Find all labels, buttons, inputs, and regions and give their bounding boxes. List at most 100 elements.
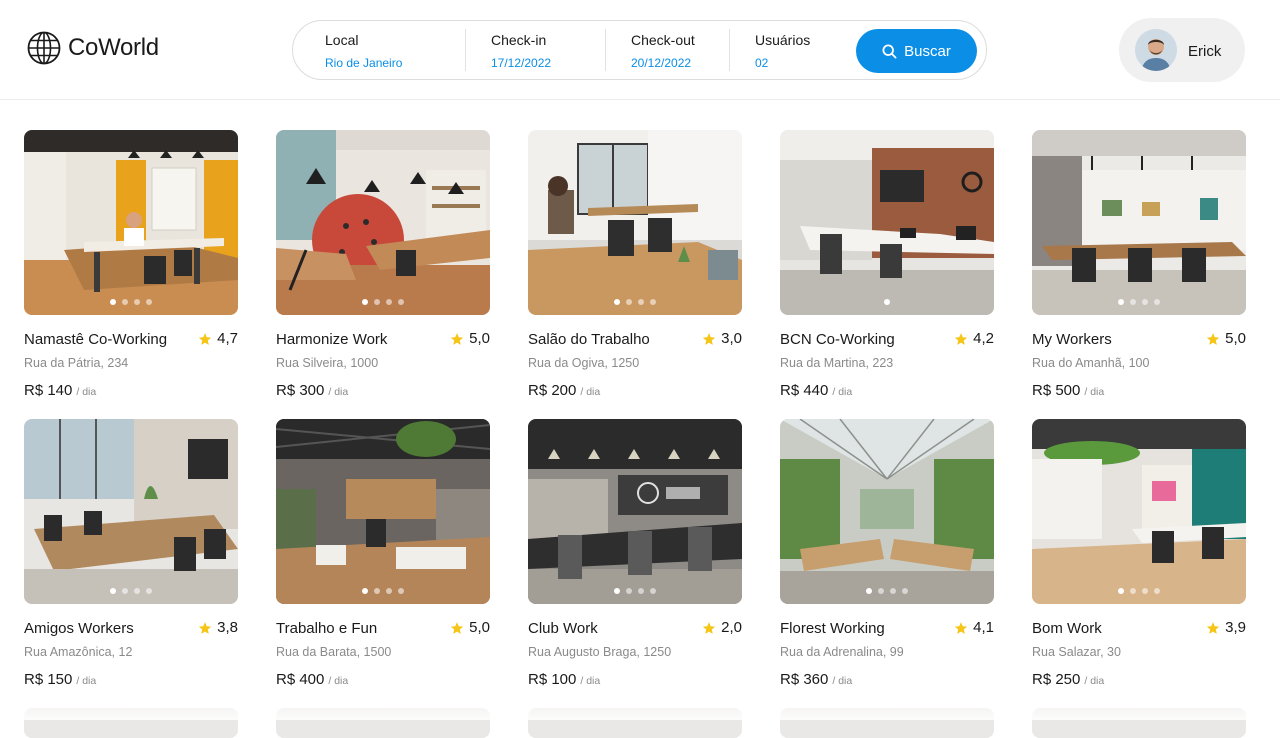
price-unit: / dia [1084, 675, 1105, 687]
carousel-dot[interactable] [398, 299, 404, 305]
listing-card[interactable]: Amigos Workers 3,8 Rua Amazônica, 12 R$ … [24, 419, 238, 688]
listing-card-partial[interactable] [276, 708, 490, 738]
carousel-dot[interactable] [110, 588, 116, 594]
listing-rating: 5,0 [450, 330, 490, 347]
listing-photo[interactable] [276, 419, 490, 604]
local-field[interactable]: Local Rio de Janeiro [325, 21, 465, 79]
search-button[interactable]: Buscar [856, 29, 977, 73]
listing-card[interactable]: Salão do Trabalho 3,0 Rua da Ogiva, 1250… [528, 130, 742, 399]
star-icon [703, 332, 716, 345]
listing-title: Amigos Workers [24, 620, 134, 637]
carousel-dot[interactable] [1118, 299, 1124, 305]
star-icon [1207, 621, 1220, 634]
carousel-dot[interactable] [122, 588, 128, 594]
listing-card-partial[interactable] [1032, 708, 1246, 738]
listing-photo[interactable] [780, 130, 994, 315]
carousel-dot[interactable] [374, 588, 380, 594]
carousel-dot[interactable] [650, 299, 656, 305]
listing-rating: 3,8 [198, 619, 238, 636]
user-name: Erick [1188, 43, 1222, 60]
carousel-dot[interactable] [146, 299, 152, 305]
listing-card[interactable]: Bom Work 3,9 Rua Salazar, 30 R$ 250/ dia [1032, 419, 1246, 688]
listing-card[interactable]: Namastê Co-Working 4,7 Rua da Pátria, 23… [24, 130, 238, 399]
logo-text: CoWorld [68, 34, 159, 61]
carousel-dots [528, 588, 742, 594]
listing-price: R$ 200 [528, 382, 577, 399]
listing-rating: 3,0 [702, 330, 742, 347]
users-field[interactable]: Usuários 02 [755, 21, 845, 79]
carousel-dot[interactable] [386, 588, 392, 594]
carousel-dot[interactable] [638, 588, 644, 594]
listing-card-partial[interactable] [780, 708, 994, 738]
checkout-value: 20/12/2022 [631, 56, 692, 70]
carousel-dot[interactable] [626, 299, 632, 305]
listing-photo[interactable] [528, 419, 742, 604]
listing-card[interactable]: My Workers 5,0 Rua do Amanhã, 100 R$ 500… [1032, 130, 1246, 399]
carousel-dot[interactable] [866, 588, 872, 594]
carousel-dot[interactable] [134, 299, 140, 305]
carousel-dot[interactable] [374, 299, 380, 305]
listing-card[interactable]: BCN Co-Working 4,2 Rua da Martina, 223 R… [780, 130, 994, 399]
listing-card[interactable]: Florest Working 4,1 Rua da Adrenalina, 9… [780, 419, 994, 688]
listing-photo[interactable] [780, 419, 994, 604]
carousel-dot[interactable] [614, 299, 620, 305]
carousel-dot[interactable] [626, 588, 632, 594]
listing-photo[interactable] [1032, 130, 1246, 315]
avatar [1135, 29, 1177, 71]
listing-price-line: R$ 300/ dia [276, 382, 348, 400]
carousel-dot[interactable] [878, 588, 884, 594]
listing-price: R$ 300 [276, 382, 325, 399]
listing-photo[interactable] [24, 419, 238, 604]
carousel-dot[interactable] [146, 588, 152, 594]
user-menu[interactable]: Erick [1119, 18, 1245, 82]
listing-card[interactable]: Club Work 2,0 Rua Augusto Braga, 1250 R$… [528, 419, 742, 688]
carousel-dot[interactable] [1130, 588, 1136, 594]
carousel-dot[interactable] [362, 588, 368, 594]
price-unit: / dia [328, 386, 349, 398]
listing-card-partial[interactable] [24, 708, 238, 738]
carousel-dot[interactable] [1142, 299, 1148, 305]
search-divider [605, 29, 606, 71]
listing-card[interactable]: Harmonize Work 5,0 Rua Silveira, 1000 R$… [276, 130, 490, 399]
listing-photo[interactable] [528, 130, 742, 315]
carousel-dot[interactable] [398, 588, 404, 594]
carousel-dot[interactable] [110, 299, 116, 305]
carousel-dot[interactable] [1154, 299, 1160, 305]
carousel-dot[interactable] [134, 588, 140, 594]
carousel-dot[interactable] [902, 588, 908, 594]
carousel-dot[interactable] [614, 588, 620, 594]
search-divider [465, 29, 466, 71]
listing-price-line: R$ 100/ dia [528, 671, 600, 689]
rating-value: 5,0 [469, 330, 490, 347]
checkout-field[interactable]: Check-out 20/12/2022 [631, 21, 729, 79]
carousel-dot[interactable] [122, 299, 128, 305]
listing-price-line: R$ 250/ dia [1032, 671, 1104, 689]
carousel-dot[interactable] [1142, 588, 1148, 594]
listing-photo[interactable] [276, 130, 490, 315]
listing-title: Florest Working [780, 620, 885, 637]
rating-value: 3,0 [721, 330, 742, 347]
listing-title: BCN Co-Working [780, 331, 895, 348]
price-unit: / dia [580, 675, 601, 687]
listing-address: Rua Amazônica, 12 [24, 645, 133, 659]
carousel-dot[interactable] [386, 299, 392, 305]
carousel-dot[interactable] [1130, 299, 1136, 305]
carousel-dot[interactable] [638, 299, 644, 305]
star-icon [199, 621, 212, 634]
logo[interactable]: CoWorld [27, 31, 159, 65]
carousel-dot[interactable] [884, 299, 890, 305]
star-icon [703, 621, 716, 634]
listing-photo[interactable] [1032, 419, 1246, 604]
listing-photo[interactable] [24, 130, 238, 315]
listing-card-partial[interactable] [528, 708, 742, 738]
carousel-dot[interactable] [1118, 588, 1124, 594]
checkin-field[interactable]: Check-in 17/12/2022 [491, 21, 603, 79]
price-unit: / dia [76, 386, 97, 398]
listing-address: Rua Salazar, 30 [1032, 645, 1121, 659]
carousel-dot[interactable] [1154, 588, 1160, 594]
listing-card[interactable]: Trabalho e Fun 5,0 Rua da Barata, 1500 R… [276, 419, 490, 688]
carousel-dot[interactable] [890, 588, 896, 594]
listing-address: Rua Silveira, 1000 [276, 356, 379, 370]
carousel-dot[interactable] [650, 588, 656, 594]
carousel-dot[interactable] [362, 299, 368, 305]
